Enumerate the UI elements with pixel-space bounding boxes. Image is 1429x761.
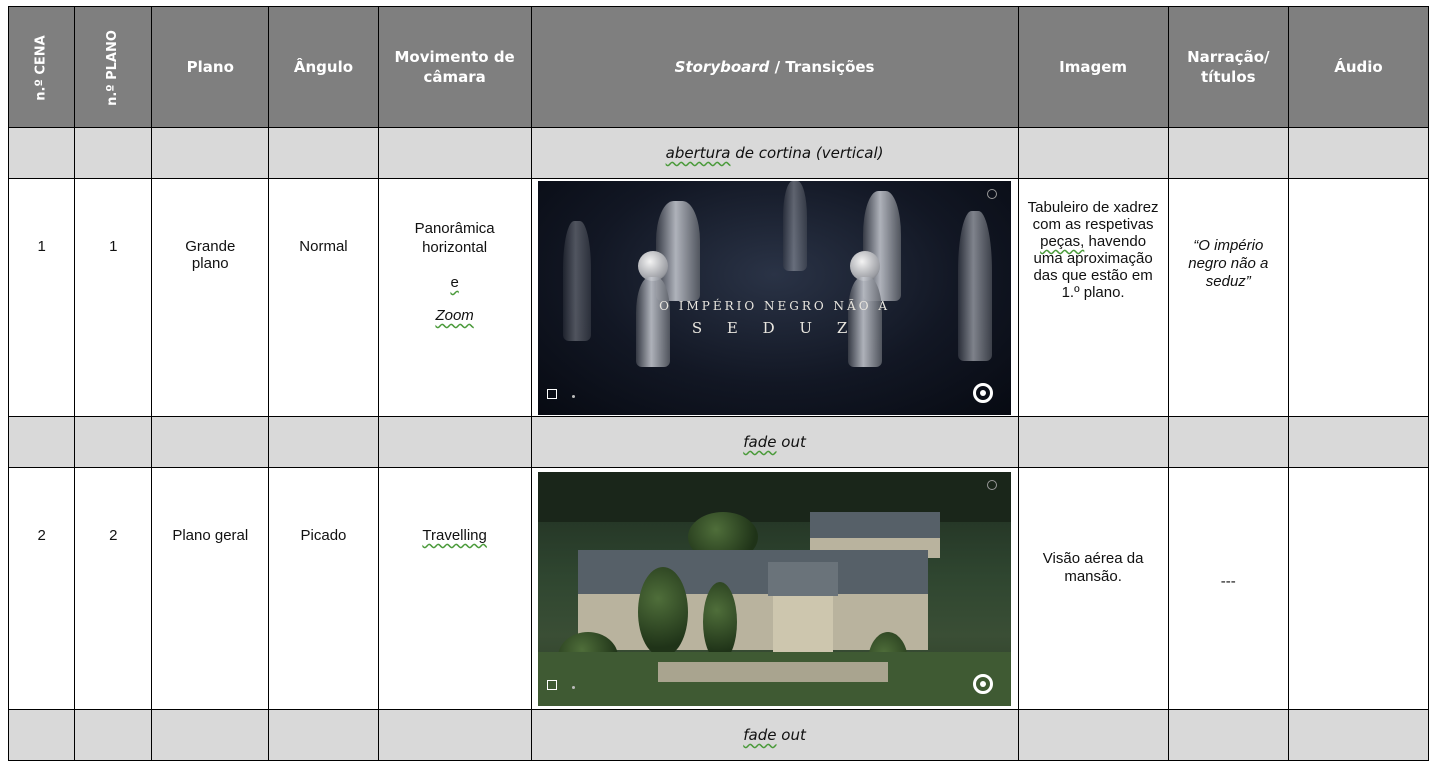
plano-num-cell: 1 [74, 178, 153, 417]
audio-cell [1287, 467, 1429, 710]
narracao-cell: “O império negro não a seduz” [1167, 178, 1289, 417]
header-plano-num: n.º PLANO [74, 6, 153, 128]
progress-dot-icon [572, 394, 576, 398]
transition-row: fade out [7, 709, 1429, 761]
info-icon[interactable] [987, 188, 998, 199]
imagem-cell: Tabuleiro de xadrez com as respetivas pe… [1017, 178, 1169, 417]
storyboard-title-line2: S E D U Z [691, 318, 858, 337]
transition-row: fade out [7, 416, 1429, 468]
chess-storyboard-image: O IMPÉRIO NEGRO NÃO A S E D U Z [538, 180, 1012, 415]
header-audio: Áudio [1287, 6, 1429, 128]
transition-text: out [776, 433, 806, 451]
movimento-cell: Travelling [377, 467, 532, 710]
cena-cell: 2 [7, 467, 76, 710]
header-plano: Plano [151, 6, 270, 128]
transition-cell: fade out [530, 416, 1019, 468]
play-icon[interactable] [547, 679, 558, 690]
header-angulo: Ângulo [268, 6, 379, 128]
transicoes-label: / Transições [769, 58, 875, 76]
storyboard-table: n.º CENA n.º PLANO Plano Ângulo Moviment… [7, 6, 1429, 761]
table-row: 1 1 Grande plano Normal Panorâmica horiz… [7, 178, 1429, 417]
transition-text: de cortina (vertical) [730, 144, 884, 162]
transition-word: fade [743, 433, 777, 451]
movimento-cell: Panorâmica horizontal e Zoom [377, 178, 532, 417]
storyboard-image-cell [530, 467, 1019, 710]
cena-cell: 1 [7, 178, 76, 417]
angulo-cell: Picado [268, 467, 379, 710]
header-row: n.º CENA n.º PLANO Plano Ângulo Moviment… [7, 6, 1429, 128]
progress-dot-icon [572, 685, 576, 689]
audio-cell [1287, 178, 1429, 417]
header-imagem: Imagem [1017, 6, 1169, 128]
mansion-storyboard-image [538, 471, 1012, 706]
plano-cell: Grande plano [151, 178, 270, 417]
narracao-cell: --- [1167, 467, 1289, 710]
header-movimento: Movimento de câmara [377, 6, 532, 128]
info-icon[interactable] [987, 479, 998, 490]
storyboard-image-cell: O IMPÉRIO NEGRO NÃO A S E D U Z [530, 178, 1019, 417]
imagem-cell: Visão aérea da mansão. [1017, 467, 1169, 710]
transition-cell: fade out [530, 709, 1019, 761]
storyboard-title-line1: O IMPÉRIO NEGRO NÃO A [659, 298, 891, 313]
channel-logo-icon [973, 382, 994, 403]
channel-logo-icon [973, 673, 994, 694]
storyboard-italic-word: Storyboard [674, 58, 770, 76]
transition-word: abertura [665, 144, 731, 162]
header-storyboard: Storyboard / Transições [530, 6, 1019, 128]
header-narracao: Narração/ títulos [1167, 6, 1289, 128]
play-icon[interactable] [547, 388, 558, 399]
transition-cell: abertura de cortina (vertical) [530, 127, 1019, 179]
plano-num-cell: 2 [74, 467, 153, 710]
plano-cell: Plano geral [151, 467, 270, 710]
angulo-cell: Normal [268, 178, 379, 417]
transition-text: out [776, 726, 806, 744]
transition-row: abertura de cortina (vertical) [7, 127, 1429, 179]
header-cena: n.º CENA [7, 6, 76, 128]
transition-word: fade [743, 726, 777, 744]
table-row: 2 2 Plano geral Picado Travelling Visão … [7, 467, 1429, 710]
